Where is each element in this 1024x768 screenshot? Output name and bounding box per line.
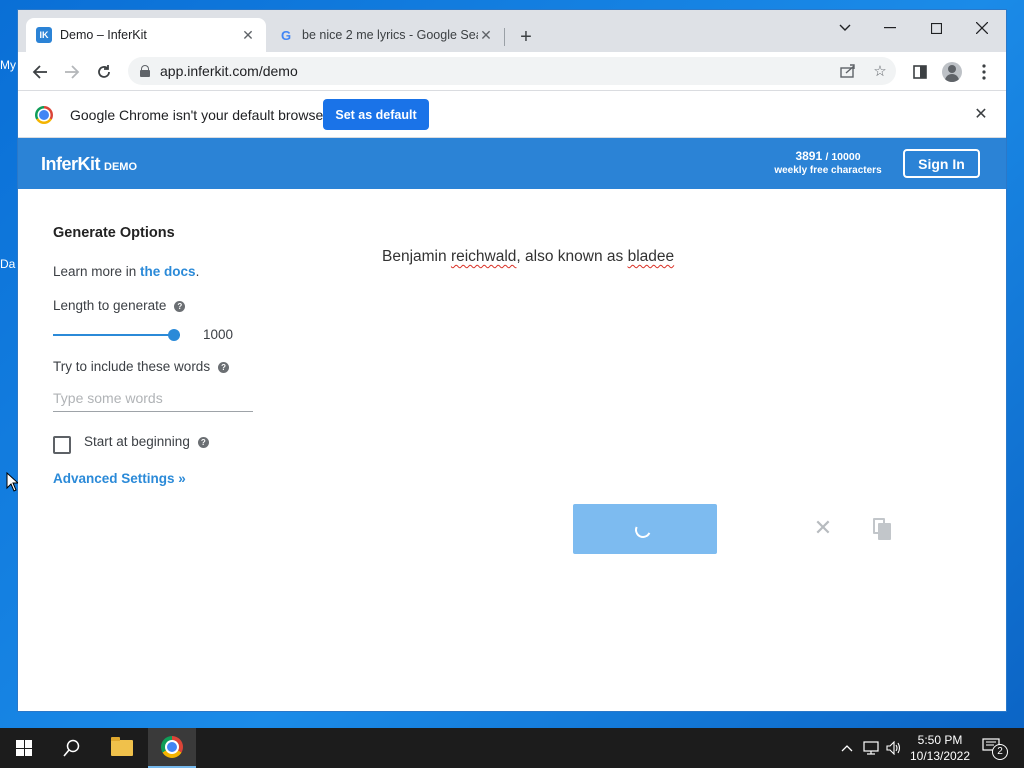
url-text: app.inferkit.com/demo — [160, 63, 298, 79]
copy-icon[interactable] — [873, 518, 891, 540]
forward-arrow-icon[interactable] — [58, 58, 86, 86]
include-words-label-row: Try to include these words? — [53, 359, 230, 374]
chrome-taskbar-icon[interactable] — [148, 728, 196, 768]
loading-spinner-icon — [632, 519, 654, 541]
network-icon[interactable] — [860, 728, 882, 768]
start-label-row: Start at beginning? — [84, 434, 209, 449]
clock-time: 5:50 PM — [917, 733, 963, 747]
inferkit-favicon-icon: IK — [36, 27, 52, 43]
close-window-icon[interactable] — [960, 14, 1004, 42]
clock-date: 10/13/2022 — [909, 749, 971, 763]
tray-overflow-icon[interactable] — [838, 728, 856, 768]
app-header: InferKit DEMO 3891 / 10000 weekly free c… — [18, 138, 1006, 189]
misspelled-word: bladee — [627, 248, 675, 265]
start-at-beginning-checkbox[interactable] — [53, 436, 71, 454]
search-icon[interactable] — [48, 728, 96, 768]
notification-count: 2 — [992, 744, 1008, 760]
windows-logo-icon — [16, 740, 32, 756]
browser-window: IK Demo – InferKit ✕ G be nice 2 me lyri… — [18, 10, 1006, 711]
infobar-message: Google Chrome isn't your default browser — [70, 107, 328, 123]
new-tab-icon[interactable]: + — [514, 25, 538, 49]
set-as-default-button[interactable]: Set as default — [323, 99, 429, 130]
tab-search-chevron-icon[interactable] — [823, 14, 867, 42]
desktop-icon-label: My — [0, 58, 16, 72]
length-label-row: Length to generate? — [53, 298, 186, 313]
advanced-settings-link[interactable]: Advanced Settings » — [53, 471, 186, 486]
tab-inferkit[interactable]: IK Demo – InferKit ✕ — [26, 18, 266, 52]
clear-icon[interactable]: ✕ — [813, 515, 833, 540]
chrome-logo-icon — [35, 106, 53, 124]
options-title: Generate Options — [53, 225, 175, 241]
length-value: 1000 — [203, 327, 234, 342]
tab-title: be nice 2 me lyrics - Google Sear — [302, 28, 478, 42]
mouse-cursor-icon — [6, 472, 18, 492]
misspelled-word: reichwald — [450, 248, 517, 265]
include-words-label: Try to include these words — [53, 359, 211, 374]
back-arrow-icon[interactable] — [26, 58, 54, 86]
google-favicon-icon: G — [280, 27, 292, 43]
lock-icon — [140, 65, 150, 77]
share-icon[interactable] — [834, 57, 862, 85]
sign-in-button[interactable]: Sign In — [903, 149, 980, 178]
start-at-beginning-label: Start at beginning — [84, 434, 190, 449]
help-icon[interactable]: ? — [218, 361, 230, 373]
brand-logo[interactable]: InferKit — [41, 154, 101, 175]
inferkit-page: InferKit DEMO 3891 / 10000 weekly free c… — [18, 138, 1006, 711]
include-words-input[interactable] — [53, 385, 253, 412]
slider-thumb[interactable] — [167, 329, 180, 341]
volume-icon[interactable] — [884, 728, 904, 768]
character-quota: 3891 / 10000 weekly free characters — [770, 149, 886, 176]
close-tab-icon[interactable]: ✕ — [478, 27, 494, 43]
tab-divider — [504, 28, 505, 46]
taskbar-clock[interactable]: 5:50 PM 10/13/2022 — [905, 732, 975, 764]
learn-suffix: . — [195, 264, 200, 279]
notifications-icon[interactable]: 2 — [982, 738, 1008, 760]
prompt-text: Benjamin — [382, 248, 451, 265]
browser-toolbar: app.inferkit.com/demo ☆ — [18, 52, 1006, 90]
maximize-icon[interactable] — [914, 14, 958, 42]
close-tab-icon[interactable]: ✕ — [240, 27, 256, 43]
file-explorer-icon[interactable] — [98, 728, 146, 768]
profile-avatar-icon[interactable] — [938, 58, 966, 86]
length-label: Length to generate — [53, 298, 167, 313]
learn-more-text: Learn more in the docs. — [53, 264, 199, 279]
address-bar[interactable]: app.inferkit.com/demo ☆ — [128, 57, 896, 85]
minimize-icon[interactable] — [868, 14, 912, 42]
chars-used: 3891 — [795, 149, 823, 163]
default-browser-infobar: Google Chrome isn't your default browser… — [18, 90, 1006, 138]
close-infobar-icon[interactable]: ✕ — [972, 105, 990, 123]
tab-strip: IK Demo – InferKit ✕ G be nice 2 me lyri… — [18, 10, 1006, 52]
menu-kebab-icon[interactable] — [970, 58, 998, 86]
tab-google-search[interactable]: G be nice 2 me lyrics - Google Sear ✕ — [268, 18, 504, 52]
learn-prefix: Learn more in — [53, 264, 141, 279]
taskbar: 5:50 PM 10/13/2022 2 — [0, 728, 1024, 768]
length-slider[interactable] — [53, 329, 180, 341]
generate-button[interactable] — [573, 504, 717, 554]
side-panel-icon[interactable] — [906, 58, 934, 86]
reload-icon[interactable] — [90, 58, 118, 86]
prompt-text: , also known as — [516, 248, 628, 265]
chars-caption: weekly free characters — [774, 165, 882, 176]
prompt-editor[interactable]: Benjamin reichwald, also known as bladee — [382, 248, 674, 266]
bookmark-star-icon[interactable]: ☆ — [866, 57, 894, 85]
help-icon[interactable]: ? — [197, 436, 209, 448]
tab-title: Demo – InferKit — [60, 28, 147, 42]
chars-total: / 10000 — [825, 151, 861, 163]
start-button[interactable] — [0, 728, 48, 768]
help-icon[interactable]: ? — [174, 300, 186, 312]
brand-demo-label: DEMO — [104, 161, 137, 173]
docs-link[interactable]: the docs — [140, 264, 196, 279]
desktop-icon-label: Da — [0, 257, 16, 271]
